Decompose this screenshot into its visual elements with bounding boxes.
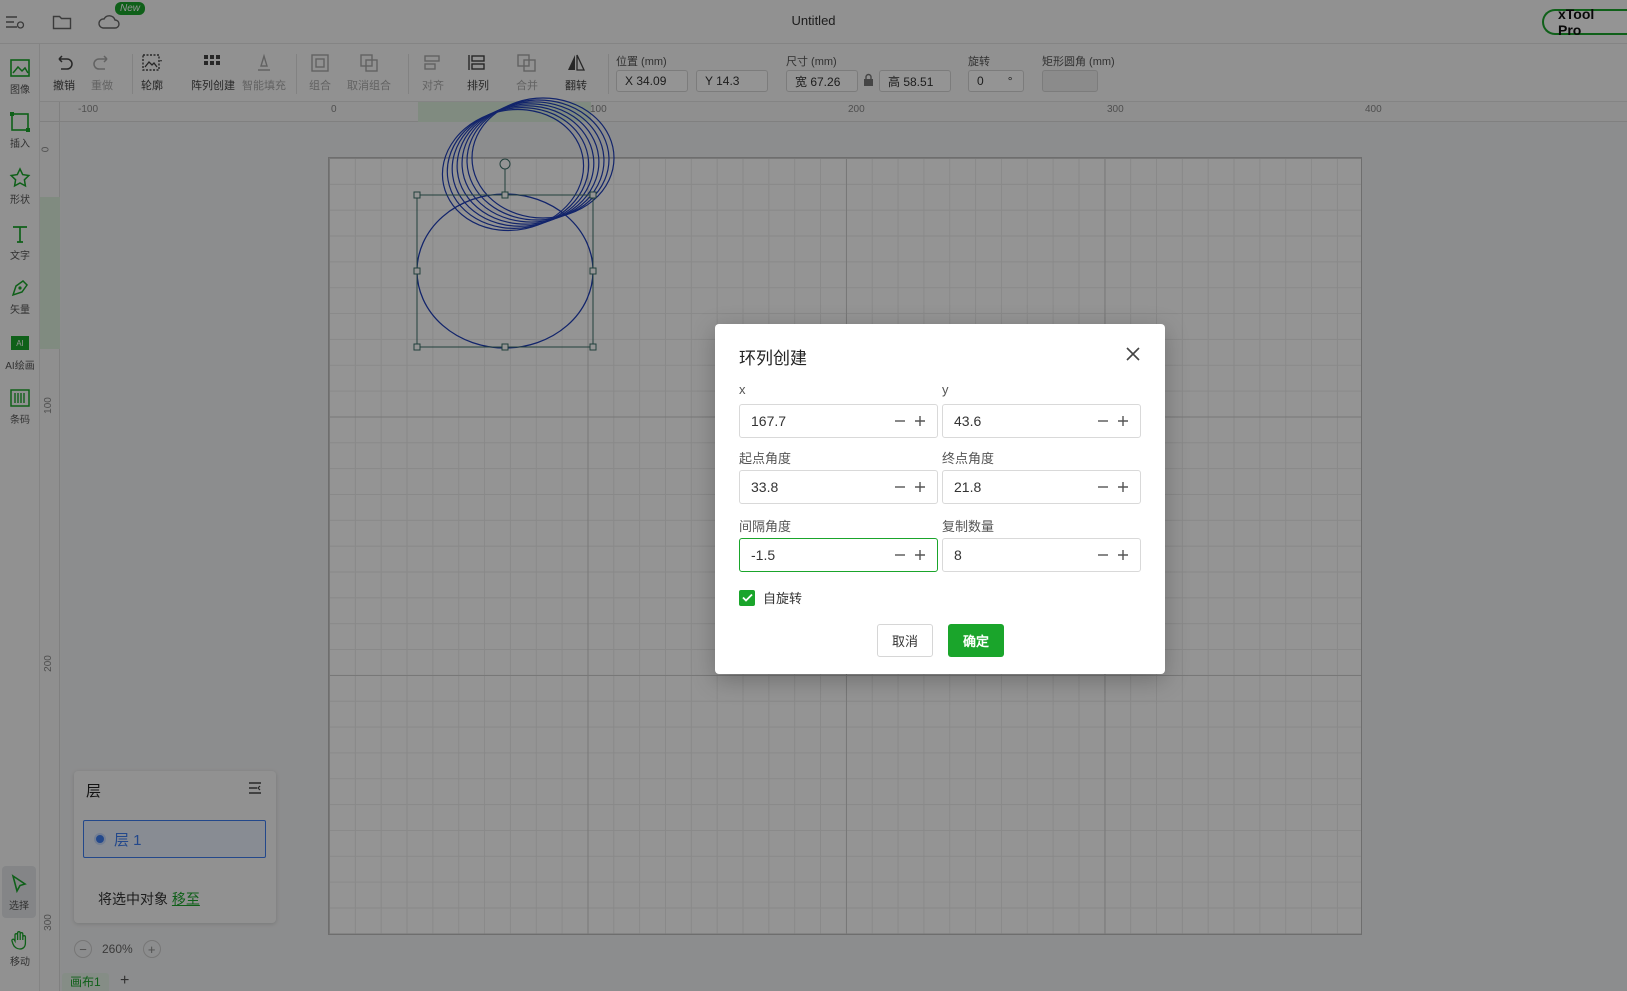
y-value: 43.6	[954, 413, 982, 429]
copy-count-value: 8	[954, 547, 962, 563]
interval-angle-label: 间隔角度	[739, 519, 792, 534]
cancel-button[interactable]: 取消	[877, 624, 933, 657]
dialog-title: 环列创建	[739, 349, 807, 368]
x-decrement-button[interactable]	[891, 412, 909, 430]
plus-icon	[915, 482, 925, 492]
y-increment-button[interactable]	[1114, 412, 1132, 430]
end-angle-increment-button[interactable]	[1114, 478, 1132, 496]
minus-icon	[895, 486, 905, 488]
start-angle-increment-button[interactable]	[911, 478, 929, 496]
start-angle-value: 33.8	[751, 479, 779, 495]
copy-count-increment-button[interactable]	[1114, 546, 1132, 564]
y-label: y	[942, 382, 949, 397]
checkmark-icon	[741, 593, 753, 602]
minus-icon	[1098, 554, 1108, 556]
self-rotate-label: 自旋转	[763, 591, 803, 606]
end-angle-decrement-button[interactable]	[1094, 478, 1112, 496]
end-angle-input[interactable]: 21.8	[942, 470, 1141, 504]
x-increment-button[interactable]	[911, 412, 929, 430]
minus-icon	[895, 420, 905, 422]
start-angle-input[interactable]: 33.8	[739, 470, 938, 504]
plus-icon	[915, 550, 925, 560]
circular-array-dialog: 环列创建 x 167.7 y 43.6 起点角度 33.8 终点角度 21.8 …	[715, 324, 1165, 674]
y-decrement-button[interactable]	[1094, 412, 1112, 430]
minus-icon	[895, 554, 905, 556]
copy-count-decrement-button[interactable]	[1094, 546, 1112, 564]
x-label: x	[739, 382, 746, 397]
close-button[interactable]	[1123, 344, 1143, 364]
interval-angle-input[interactable]: -1.5	[739, 538, 938, 572]
interval-angle-value: -1.5	[751, 547, 776, 563]
start-angle-decrement-button[interactable]	[891, 478, 909, 496]
y-input[interactable]: 43.6	[942, 404, 1141, 438]
copy-count-label: 复制数量	[942, 519, 995, 534]
interval-angle-decrement-button[interactable]	[891, 546, 909, 564]
copy-count-input[interactable]: 8	[942, 538, 1141, 572]
x-input[interactable]: 167.7	[739, 404, 938, 438]
x-value: 167.7	[751, 413, 787, 429]
self-rotate-option[interactable]: 自旋转	[739, 588, 802, 607]
plus-icon	[1118, 416, 1128, 426]
end-angle-value: 21.8	[954, 479, 982, 495]
minus-icon	[1098, 486, 1108, 488]
interval-angle-increment-button[interactable]	[911, 546, 929, 564]
end-angle-label: 终点角度	[942, 451, 995, 466]
self-rotate-checkbox[interactable]	[739, 589, 755, 606]
start-angle-label: 起点角度	[739, 451, 792, 466]
minus-icon	[1098, 420, 1108, 422]
close-icon	[1126, 347, 1140, 361]
plus-icon	[1118, 550, 1128, 560]
confirm-button[interactable]: 确定	[948, 624, 1004, 657]
plus-icon	[915, 416, 925, 426]
plus-icon	[1118, 482, 1128, 492]
